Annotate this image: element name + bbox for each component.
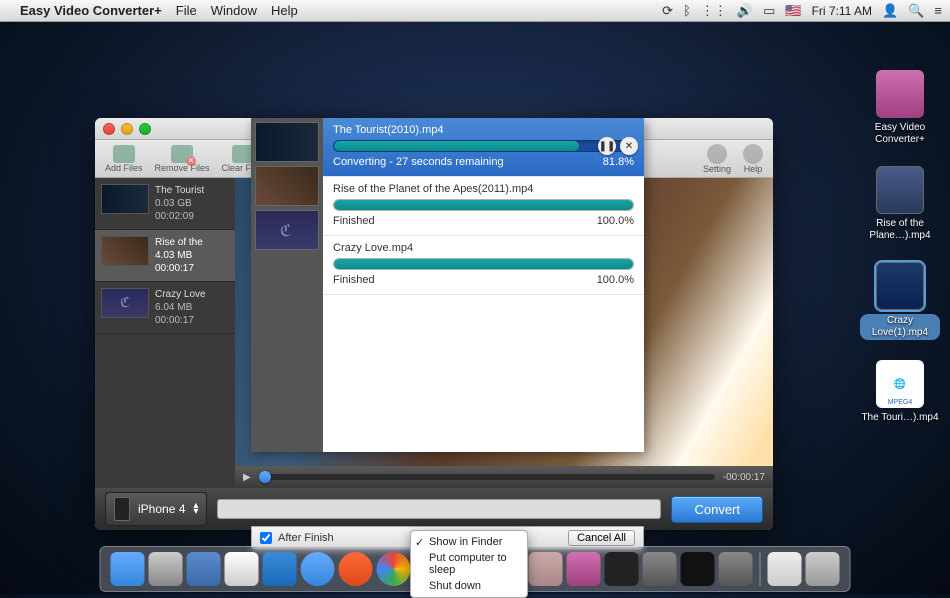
help-icon bbox=[743, 144, 763, 164]
system-menubar: Easy Video Converter+ File Window Help ⟳… bbox=[0, 0, 950, 22]
dock-app-chrome[interactable] bbox=[377, 552, 411, 586]
progress-bar bbox=[333, 140, 634, 152]
wifi-icon[interactable]: ⋮⋮ bbox=[701, 3, 727, 19]
device-profile-selector[interactable]: iPhone 4 ▴▾ bbox=[105, 492, 207, 526]
progress-thumbnail[interactable] bbox=[255, 122, 319, 162]
add-files-button[interactable]: Add Files bbox=[105, 145, 143, 173]
dock-trash[interactable] bbox=[806, 552, 840, 586]
dock-app[interactable] bbox=[339, 552, 373, 586]
device-icon bbox=[114, 497, 130, 521]
cancel-all-button[interactable]: Cancel All bbox=[568, 530, 635, 546]
dock-app[interactable] bbox=[187, 552, 221, 586]
dock-app[interactable] bbox=[225, 552, 259, 586]
dock-folder[interactable] bbox=[768, 552, 802, 586]
desktop-icon-video[interactable]: Crazy Love(1).mp4 bbox=[860, 262, 940, 340]
desktop-icon-label: Crazy Love(1).mp4 bbox=[860, 314, 940, 340]
menu-option-show-in-finder[interactable]: Show in Finder bbox=[411, 534, 527, 550]
stepper-arrows-icon: ▴▾ bbox=[193, 503, 198, 515]
gear-icon bbox=[707, 144, 727, 164]
desktop-icon-file[interactable]: 🌐 The Touri…).mp4 bbox=[860, 360, 940, 424]
output-path-field[interactable] bbox=[217, 499, 661, 519]
app-window: FLV Converter Master Add Files Remove Fi… bbox=[95, 118, 773, 530]
time-remaining: -00:00:17 bbox=[723, 472, 765, 483]
remove-files-icon bbox=[171, 145, 193, 163]
progress-bar bbox=[333, 199, 634, 211]
progress-list: The Tourist(2010).mp4 Converting - 27 se… bbox=[323, 118, 644, 452]
after-finish-menu: Show in Finder Put computer to sleep Shu… bbox=[410, 530, 528, 598]
cancel-item-button[interactable]: ✕ bbox=[620, 137, 638, 155]
window-bottombar: iPhone 4 ▴▾ Convert bbox=[95, 488, 773, 530]
menu-file[interactable]: File bbox=[176, 3, 197, 18]
dock-app[interactable] bbox=[567, 552, 601, 586]
help-button[interactable]: Help bbox=[743, 144, 763, 174]
app-icon bbox=[876, 70, 924, 118]
file-list-item[interactable]: Rise of the4.03 MB00:00:17 bbox=[95, 230, 235, 282]
settings-button[interactable]: Setting bbox=[703, 144, 731, 174]
file-list-sidebar: The Tourist0.03 GB00:02:09 Rise of the4.… bbox=[95, 178, 235, 488]
flag-icon[interactable]: 🇺🇸 bbox=[785, 3, 801, 19]
dock-separator bbox=[760, 552, 761, 586]
dock-app[interactable] bbox=[643, 552, 677, 586]
after-finish-checkbox[interactable] bbox=[260, 532, 272, 544]
menu-option-sleep[interactable]: Put computer to sleep bbox=[411, 550, 527, 578]
dock-app[interactable] bbox=[719, 552, 753, 586]
dock-app[interactable] bbox=[605, 552, 639, 586]
dock-app[interactable] bbox=[681, 552, 715, 586]
menu-window[interactable]: Window bbox=[211, 3, 257, 18]
convert-button[interactable]: Convert bbox=[671, 496, 763, 523]
desktop-icon-app[interactable]: Easy Video Converter+ bbox=[860, 70, 940, 146]
bluetooth-icon[interactable]: ᛒ bbox=[683, 3, 691, 18]
after-finish-label: After Finish bbox=[278, 532, 334, 544]
progress-row[interactable]: The Tourist(2010).mp4 Converting - 27 se… bbox=[323, 118, 644, 177]
user-icon[interactable]: 👤 bbox=[882, 3, 898, 19]
file-list-item[interactable]: The Tourist0.03 GB00:02:09 bbox=[95, 178, 235, 230]
add-files-icon bbox=[113, 145, 135, 163]
seek-knob[interactable] bbox=[259, 471, 271, 483]
desktop-icons: Easy Video Converter+ Rise of the Plane…… bbox=[860, 70, 940, 424]
app-menu[interactable]: Easy Video Converter+ bbox=[20, 3, 162, 18]
progress-thumbnails bbox=[251, 118, 323, 452]
file-thumbnail bbox=[101, 236, 149, 266]
desktop-icon-label: The Touri…).mp4 bbox=[861, 412, 938, 424]
dock-app-safari[interactable] bbox=[301, 552, 335, 586]
file-thumbnail bbox=[101, 288, 149, 318]
play-button-icon[interactable]: ▶ bbox=[243, 472, 251, 483]
dock-app[interactable] bbox=[263, 552, 297, 586]
sync-icon[interactable]: ⟳ bbox=[662, 3, 673, 19]
desktop-icon-video[interactable]: Rise of the Plane…).mp4 bbox=[860, 166, 940, 242]
spotlight-icon[interactable]: 🔍 bbox=[908, 3, 924, 19]
file-icon: 🌐 bbox=[876, 360, 924, 408]
file-list-item[interactable]: Crazy Love6.04 MB00:00:17 bbox=[95, 282, 235, 334]
after-finish-dropdown-trigger[interactable] bbox=[340, 532, 400, 544]
preview-controls: ▶ -00:00:17 bbox=[235, 466, 773, 488]
dock-app-finder[interactable] bbox=[111, 552, 145, 586]
conversion-progress-panel: The Tourist(2010).mp4 Converting - 27 se… bbox=[251, 118, 644, 452]
seek-slider[interactable] bbox=[259, 474, 715, 480]
video-icon bbox=[876, 166, 924, 214]
menu-option-shutdown[interactable]: Shut down bbox=[411, 578, 527, 594]
volume-icon[interactable]: 🔊 bbox=[737, 3, 753, 19]
dock-app[interactable] bbox=[149, 552, 183, 586]
progress-row[interactable]: Rise of the Planet of the Apes(2011).mp4… bbox=[323, 177, 644, 236]
window-body: The Tourist0.03 GB00:02:09 Rise of the4.… bbox=[95, 178, 773, 488]
desktop-icon-label: Easy Video Converter+ bbox=[860, 122, 940, 146]
menubar-clock[interactable]: Fri 7:11 AM bbox=[812, 4, 872, 18]
dock-app[interactable] bbox=[529, 552, 563, 586]
notification-center-icon[interactable]: ≡ bbox=[934, 3, 942, 18]
progress-thumbnail[interactable] bbox=[255, 210, 319, 250]
video-icon bbox=[876, 262, 924, 310]
progress-row[interactable]: Crazy Love.mp4 Finished100.0% bbox=[323, 236, 644, 295]
progress-bar bbox=[333, 258, 634, 270]
menu-help[interactable]: Help bbox=[271, 3, 298, 18]
battery-icon[interactable]: ▭ bbox=[763, 3, 775, 19]
pause-button[interactable]: ❚❚ bbox=[598, 137, 616, 155]
remove-files-button[interactable]: Remove Files bbox=[155, 145, 210, 173]
file-thumbnail bbox=[101, 184, 149, 214]
desktop-icon-label: Rise of the Plane…).mp4 bbox=[860, 218, 940, 242]
progress-thumbnail[interactable] bbox=[255, 166, 319, 206]
